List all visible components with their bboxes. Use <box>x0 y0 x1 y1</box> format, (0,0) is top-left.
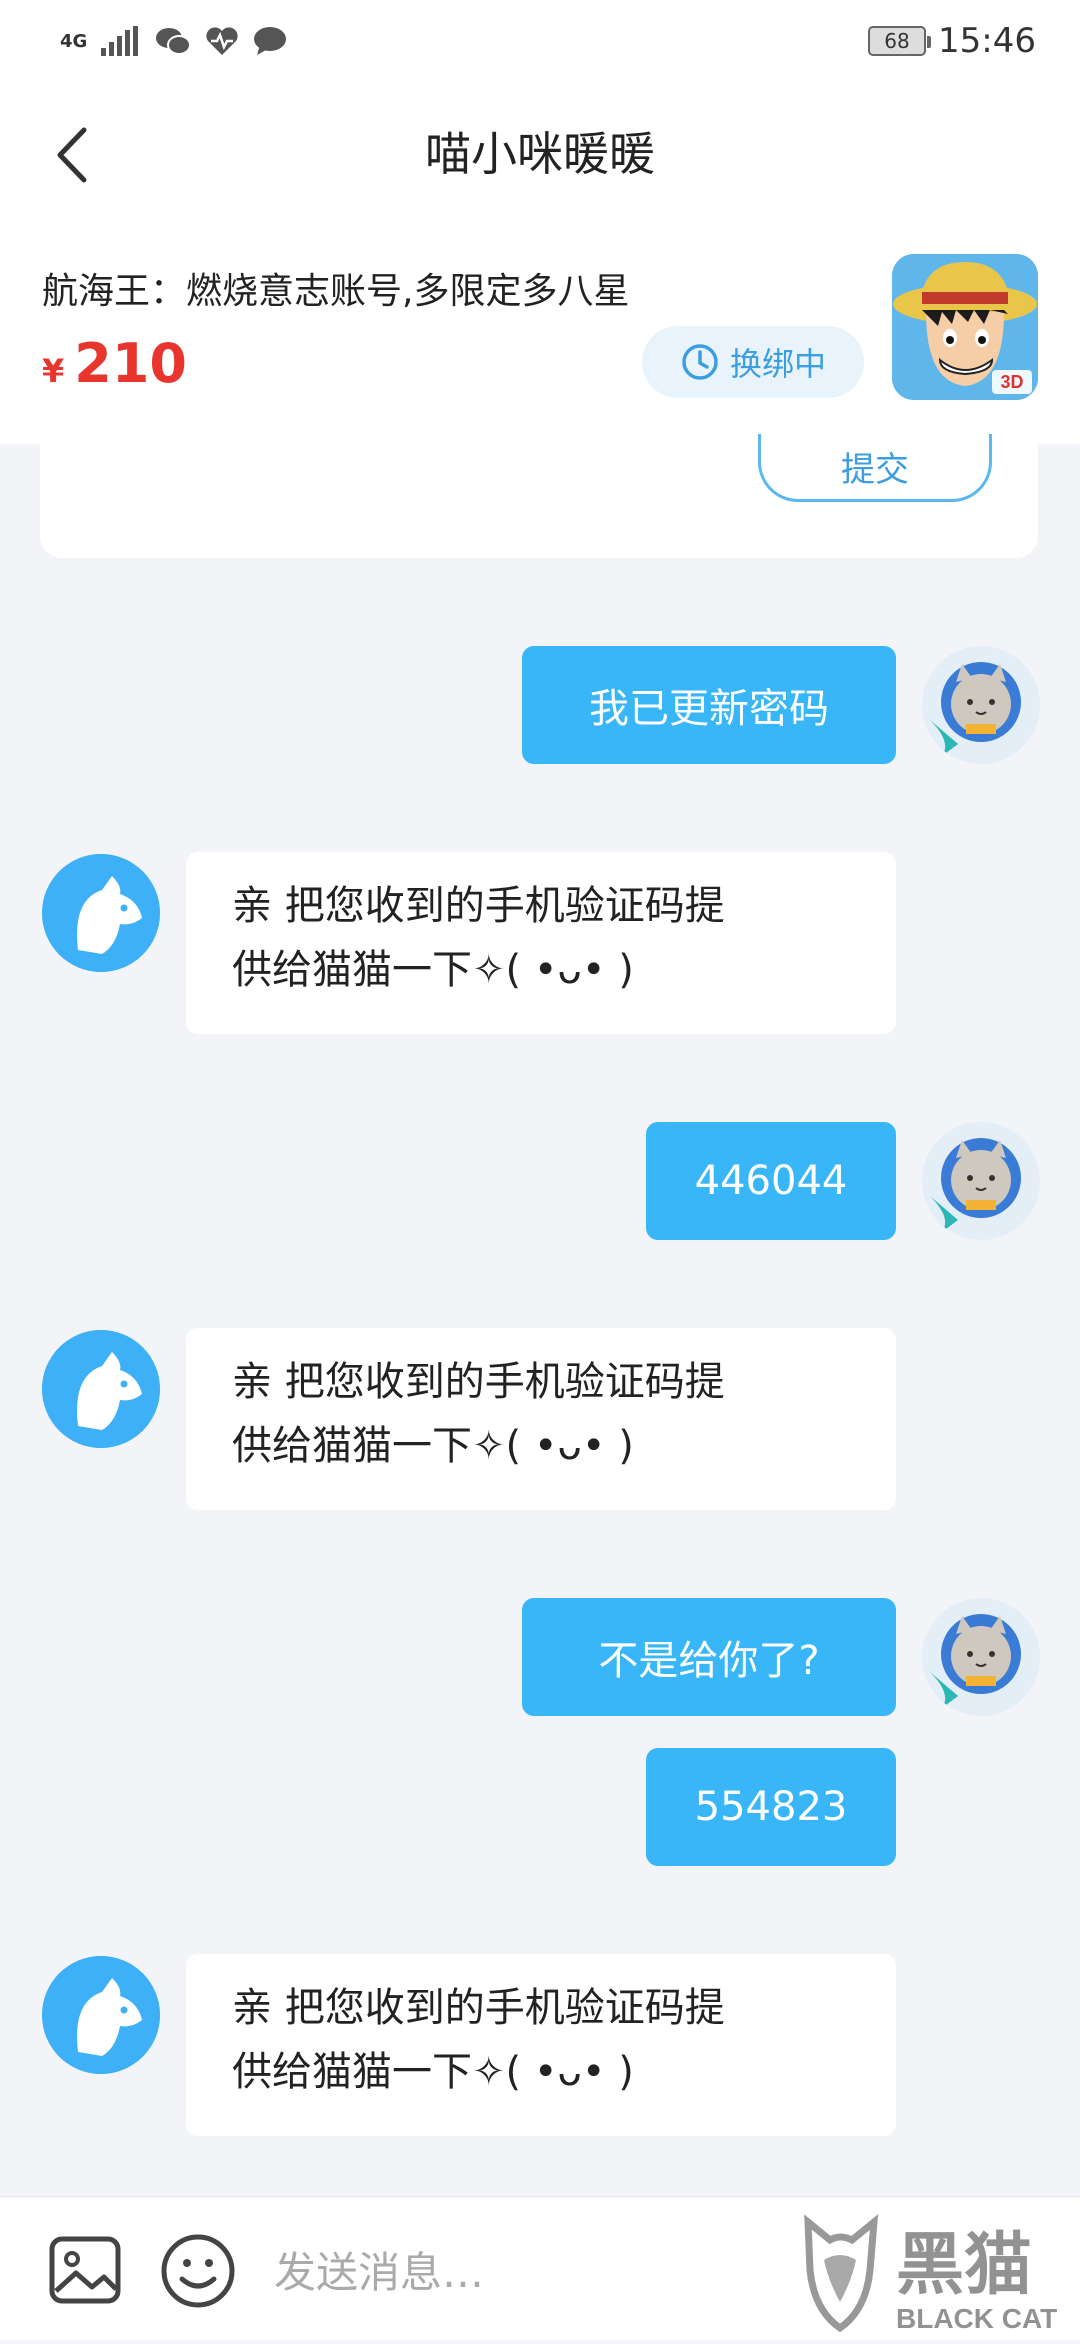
user-avatar[interactable] <box>922 646 1040 764</box>
svg-text:3D: 3D <box>1000 372 1023 392</box>
dog-avatar-icon <box>42 854 160 972</box>
watermark-en: BLACK CAT <box>896 2303 1057 2334</box>
cat-avatar-icon <box>922 646 1040 764</box>
product-card[interactable]: 航海王：燃烧意志账号,多限定多八星 ¥210 换绑中 3D <box>0 232 1080 444</box>
game-thumbnail: 3D <box>892 254 1038 400</box>
signal-icon <box>101 26 139 56</box>
message-line: 亲 把您收到的手机验证码提 <box>232 883 725 929</box>
message-bubble-sent[interactable]: 不是给你了? <box>522 1598 896 1716</box>
message-bubble-received[interactable]: 亲 把您收到的手机验证码提 供给猫猫一下✧( •ᴗ• ) <box>186 1954 896 2136</box>
bot-avatar[interactable] <box>42 1956 160 2074</box>
network-label: 4G <box>60 30 88 52</box>
image-icon <box>49 2236 121 2304</box>
cat-avatar-icon <box>922 1598 1040 1716</box>
message-bubble-sent[interactable]: 446044 <box>646 1122 896 1240</box>
message-bubble-sent[interactable]: 554823 <box>646 1748 896 1866</box>
message-bubble-received[interactable]: 亲 把您收到的手机验证码提 供给猫猫一下✧( •ᴗ• ) <box>186 852 896 1034</box>
bot-avatar[interactable] <box>42 1330 160 1448</box>
image-button[interactable] <box>48 2233 122 2307</box>
clock: 15:46 <box>938 21 1036 61</box>
black-cat-logo-icon: 黑猫 BLACK CAT <box>804 2214 1057 2334</box>
message-line: 供给猫猫一下✧( •ᴗ• ) <box>232 1423 634 1469</box>
emoji-button[interactable] <box>160 2233 236 2309</box>
battery-indicator: 68 <box>868 26 932 56</box>
message-bubble-sent[interactable]: 我已更新密码 <box>522 646 896 764</box>
user-avatar[interactable] <box>922 1122 1040 1240</box>
product-price: ¥210 <box>42 332 187 395</box>
message-line: 亲 把您收到的手机验证码提 <box>232 1985 725 2031</box>
wechat-icon <box>156 28 192 55</box>
price-amount: 210 <box>74 332 187 395</box>
status-bar: 4G 68 15:46 <box>0 0 1080 82</box>
page-title: 喵小咪暖暖 <box>425 127 655 181</box>
product-name: 航海王：燃烧意志账号,多限定多八星 <box>42 271 630 312</box>
submit-button[interactable]: 提交 <box>758 434 992 502</box>
message-bubble-received[interactable]: 亲 把您收到的手机验证码提 供给猫猫一下✧( •ᴗ• ) <box>186 1328 896 1510</box>
watermark-logo: 黑猫 BLACK CAT <box>800 2210 1080 2340</box>
message-line: 供给猫猫一下✧( •ᴗ• ) <box>232 947 634 993</box>
form-card: 提交 <box>40 434 1038 558</box>
nav-bar: 喵小咪暖暖 <box>0 82 1080 232</box>
user-avatar[interactable] <box>922 1598 1040 1716</box>
message-icon <box>254 27 287 55</box>
message-input[interactable]: 发送消息… <box>274 2239 484 2300</box>
message-line: 亲 把您收到的手机验证码提 <box>232 1359 725 1405</box>
watermark-cn: 黑猫 <box>896 2226 1032 2305</box>
message-line: 供给猫猫一下✧( •ᴗ• ) <box>232 2049 634 2095</box>
luffy-icon: 3D <box>892 254 1038 400</box>
emoji-icon <box>161 2234 235 2308</box>
clock-icon <box>682 344 718 380</box>
health-icon <box>206 27 238 55</box>
cat-avatar-icon <box>922 1122 1040 1240</box>
rebind-status-badge: 换绑中 <box>642 326 864 398</box>
bot-avatar[interactable] <box>42 854 160 972</box>
currency-symbol: ¥ <box>42 352 65 390</box>
dog-avatar-icon <box>42 1956 160 2074</box>
dog-avatar-icon <box>42 1330 160 1448</box>
status-label: 换绑中 <box>729 345 826 383</box>
